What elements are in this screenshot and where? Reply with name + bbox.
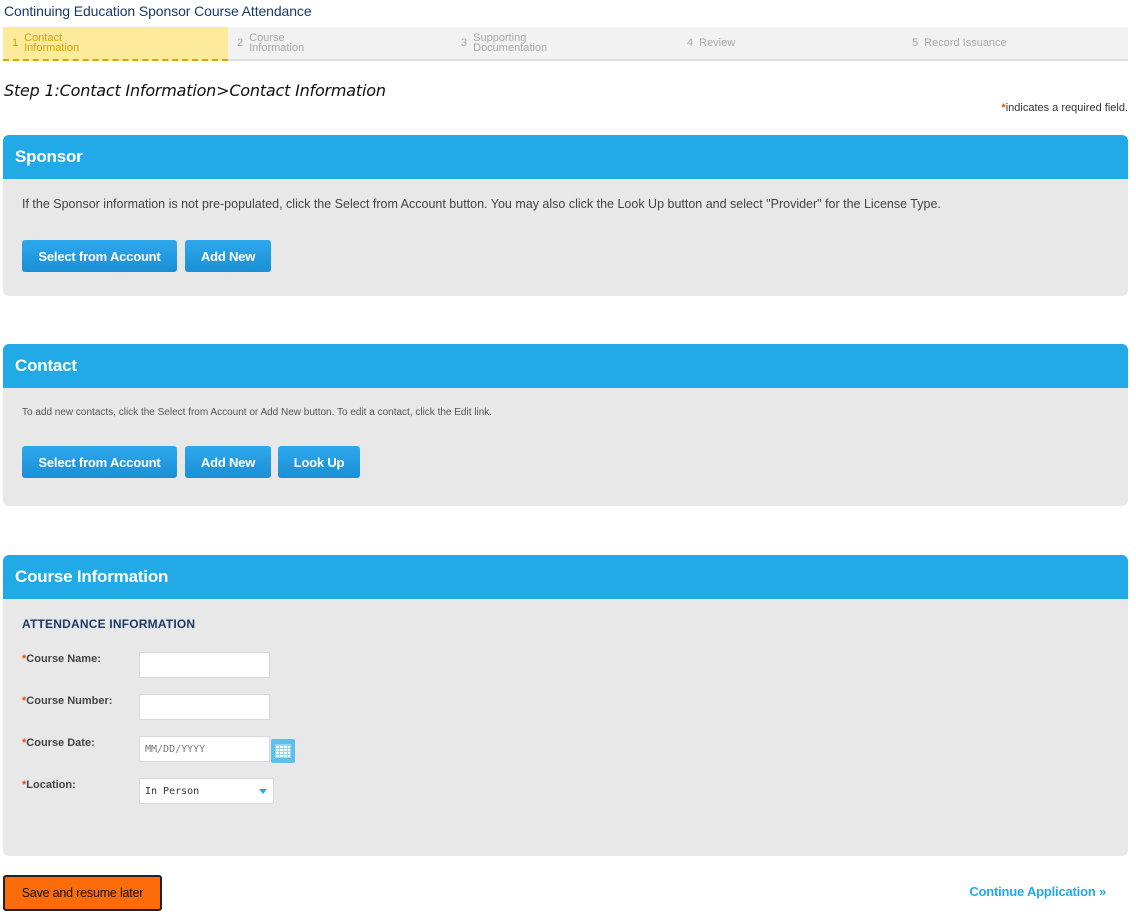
attendance-information-heading: ATTENDANCE INFORMATION xyxy=(22,617,196,631)
course-number-input[interactable] xyxy=(139,694,270,720)
continue-application-link[interactable]: Continue Application » xyxy=(969,884,1106,899)
page-title: Continuing Education Sponsor Course Atte… xyxy=(4,3,312,19)
step-number: 1 xyxy=(12,37,19,49)
step-5: 5 Record Issuance xyxy=(912,27,1122,59)
chevron-down-icon xyxy=(259,789,267,794)
course-information-panel: Course Information ATTENDANCE INFORMATIO… xyxy=(3,555,1128,856)
step-1: 1 Contact Information xyxy=(3,27,228,61)
save-and-resume-later-button[interactable]: Save and resume later xyxy=(3,875,162,911)
location-label: *Location: xyxy=(22,779,76,791)
step-number: 3 xyxy=(461,37,468,49)
step-label: Contact Information xyxy=(24,32,80,54)
step-progress-bar: 1 Contact Information 2 Course Informati… xyxy=(3,27,1128,61)
location-select[interactable]: In Person xyxy=(139,778,274,804)
contact-panel-title: Contact xyxy=(3,344,1128,388)
sponsor-add-new-button[interactable]: Add New xyxy=(185,240,271,272)
step-3: 3 Supporting Documentation xyxy=(461,27,681,59)
sponsor-panel-title: Sponsor xyxy=(3,135,1128,179)
step-label: Record Issuance xyxy=(924,37,1007,49)
step-label: Supporting Documentation xyxy=(473,32,548,54)
required-note-text: indicates a required field. xyxy=(1005,102,1128,114)
location-selected-value: In Person xyxy=(145,785,200,797)
step-number: 5 xyxy=(912,37,919,49)
step-label: Review xyxy=(699,37,736,49)
required-field-note: *indicates a required field. xyxy=(1001,102,1128,114)
course-name-input[interactable] xyxy=(139,652,270,678)
contact-panel: Contact To add new contacts, click the S… xyxy=(3,344,1128,506)
sponsor-select-from-account-button[interactable]: Select from Account xyxy=(22,240,177,272)
step-2: 2 Course Information xyxy=(237,27,457,59)
course-panel-title: Course Information xyxy=(3,555,1128,599)
step-heading: Step 1:Contact Information>Contact Infor… xyxy=(4,81,386,100)
step-4: 4 Review xyxy=(687,27,907,59)
step-number: 4 xyxy=(687,37,694,49)
course-number-label: *Course Number: xyxy=(22,695,113,707)
course-name-label: *Course Name: xyxy=(22,653,101,665)
step-label: Course Information xyxy=(249,32,305,54)
contact-add-new-button[interactable]: Add New xyxy=(185,446,271,478)
course-date-input[interactable] xyxy=(139,736,270,762)
contact-instructions: To add new contacts, click the Select fr… xyxy=(22,407,493,418)
sponsor-panel: Sponsor If the Sponsor information is no… xyxy=(3,135,1128,296)
contact-look-up-button[interactable]: Look Up xyxy=(278,446,360,478)
course-date-label: *Course Date: xyxy=(22,737,95,749)
contact-select-from-account-button[interactable]: Select from Account xyxy=(22,446,177,478)
calendar-icon[interactable] xyxy=(271,739,295,763)
sponsor-instructions: If the Sponsor information is not pre-po… xyxy=(22,197,941,211)
step-number: 2 xyxy=(237,37,244,49)
